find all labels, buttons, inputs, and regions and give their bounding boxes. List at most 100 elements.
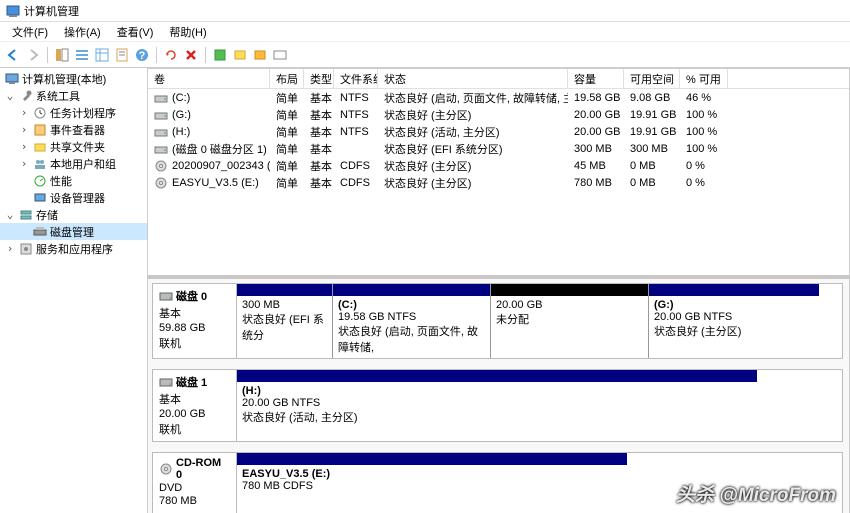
partition-size: 20.00 GB NTFS: [654, 311, 814, 323]
drive-icon: [154, 143, 168, 155]
col-layout[interactable]: 布局: [270, 69, 304, 88]
tree-device-manager[interactable]: 设备管理器: [0, 189, 147, 206]
volume-list[interactable]: 卷 布局 类型 文件系统 状态 容量 可用空间 % 可用 (C:)简单基本NTF…: [148, 69, 849, 279]
tree-performance[interactable]: 性能: [0, 172, 147, 189]
partition-color-bar: [491, 284, 648, 296]
volume-row[interactable]: 20200907_002343 (D:)简单基本CDFS状态良好 (主分区)45…: [148, 157, 849, 174]
properties-button[interactable]: [113, 46, 131, 64]
expand-icon[interactable]: ›: [4, 242, 16, 255]
refresh-button[interactable]: [162, 46, 180, 64]
volume-type: 基本: [304, 124, 334, 140]
col-status[interactable]: 状态: [378, 69, 568, 88]
help-button[interactable]: ?: [133, 46, 151, 64]
disk-info[interactable]: CD-ROM 0DVD780 MB: [153, 453, 237, 513]
menu-file[interactable]: 文件(F): [4, 22, 56, 42]
tree-label: 任务计划程序: [50, 105, 116, 121]
disk-row[interactable]: 磁盘 1基本20.00 GB联机(H:)20.00 GB NTFS状态良好 (活…: [152, 369, 843, 442]
disk-row[interactable]: 磁盘 0基本59.88 GB联机300 MB状态良好 (EFI 系统分(C:)1…: [152, 283, 843, 359]
volume-row[interactable]: (C:)简单基本NTFS状态良好 (启动, 页面文件, 故障转储, 主分区)19…: [148, 89, 849, 106]
disk-info[interactable]: 磁盘 0基本59.88 GB联机: [153, 284, 237, 358]
partition-size: 20.00 GB NTFS: [242, 397, 752, 409]
volume-capacity: 20.00 GB: [568, 126, 624, 138]
tree-local-users[interactable]: › 本地用户和组: [0, 155, 147, 172]
col-volume[interactable]: 卷: [148, 69, 270, 88]
volume-free: 9.08 GB: [624, 92, 680, 104]
menu-help[interactable]: 帮助(H): [161, 22, 214, 42]
event-icon: [33, 123, 47, 137]
col-filesystem[interactable]: 文件系统: [334, 69, 378, 88]
forward-button[interactable]: [24, 46, 42, 64]
storage-icon: [19, 208, 33, 222]
tree-root[interactable]: 计算机管理(本地): [0, 70, 147, 87]
tree-storage[interactable]: ⌄ 存储: [0, 206, 147, 223]
volume-row[interactable]: EASYU_V3.5 (E:)简单基本CDFS状态良好 (主分区)780 MB0…: [148, 174, 849, 191]
tree-event-viewer[interactable]: › 事件查看器: [0, 121, 147, 138]
disk-info[interactable]: 磁盘 1基本20.00 GB联机: [153, 370, 237, 441]
volume-name: 20200907_002343 (D:): [172, 160, 270, 172]
hdd-icon: [159, 375, 173, 389]
col-type[interactable]: 类型: [304, 69, 334, 88]
tree-shared-folders[interactable]: › 共享文件夹: [0, 138, 147, 155]
collapse-icon[interactable]: ⌄: [4, 208, 16, 221]
partition-color-bar: [649, 284, 819, 296]
partition-title: EASYU_V3.5 (E:): [242, 468, 622, 480]
expand-icon[interactable]: ›: [18, 157, 30, 170]
disk-map[interactable]: 磁盘 0基本59.88 GB联机300 MB状态良好 (EFI 系统分(C:)1…: [148, 279, 849, 513]
back-button[interactable]: [4, 46, 22, 64]
partition[interactable]: (G:)20.00 GB NTFS状态良好 (主分区): [649, 284, 819, 358]
volume-row[interactable]: (磁盘 0 磁盘分区 1)简单基本状态良好 (EFI 系统分区)300 MB30…: [148, 140, 849, 157]
volume-status: 状态良好 (主分区): [378, 175, 568, 191]
partition-status: 状态良好 (活动, 主分区): [242, 409, 752, 425]
disk-row[interactable]: CD-ROM 0DVD780 MBEASYU_V3.5 (E:)780 MB C…: [152, 452, 843, 513]
volume-row[interactable]: (G:)简单基本NTFS状态良好 (主分区)20.00 GB19.91 GB10…: [148, 106, 849, 123]
computer-icon: [5, 72, 19, 86]
action-button-2[interactable]: [231, 46, 249, 64]
volume-layout: 简单: [270, 175, 304, 191]
partition-status: 状态良好 (主分区): [654, 323, 814, 339]
disc-icon: [159, 463, 173, 475]
action-button-1[interactable]: [211, 46, 229, 64]
window-title: 计算机管理: [24, 3, 79, 19]
partition[interactable]: (H:)20.00 GB NTFS状态良好 (活动, 主分区): [237, 370, 757, 441]
tree-system-tools[interactable]: ⌄ 系统工具: [0, 87, 147, 104]
menu-view[interactable]: 查看(V): [109, 22, 162, 42]
partition-color-bar: [237, 284, 332, 296]
action-button-3[interactable]: [251, 46, 269, 64]
view-list-button[interactable]: [73, 46, 91, 64]
partition[interactable]: 300 MB状态良好 (EFI 系统分: [237, 284, 333, 358]
expand-icon[interactable]: ›: [18, 123, 30, 136]
col-capacity[interactable]: 容量: [568, 69, 624, 88]
disk-kind: 基本: [159, 391, 230, 407]
drive-icon: [154, 126, 168, 138]
menu-action[interactable]: 操作(A): [56, 22, 109, 42]
titlebar: 计算机管理: [0, 0, 850, 22]
disk-partitions: (H:)20.00 GB NTFS状态良好 (活动, 主分区): [237, 370, 842, 441]
partition[interactable]: EASYU_V3.5 (E:)780 MB CDFS: [237, 453, 627, 513]
show-hide-tree-button[interactable]: [53, 46, 71, 64]
volume-name: (G:): [172, 109, 191, 121]
col-pct-free[interactable]: % 可用: [680, 69, 728, 88]
menubar: 文件(F) 操作(A) 查看(V) 帮助(H): [0, 22, 850, 42]
toolbar-separator: [205, 47, 206, 63]
disk-kind: 基本: [159, 305, 230, 321]
partition[interactable]: 20.00 GB未分配: [491, 284, 649, 358]
volume-row[interactable]: (H:)简单基本NTFS状态良好 (活动, 主分区)20.00 GB19.91 …: [148, 123, 849, 140]
tree-services-apps[interactable]: › 服务和应用程序: [0, 240, 147, 257]
delete-button[interactable]: [182, 46, 200, 64]
toolbar: ?: [0, 42, 850, 68]
partition-status: 未分配: [496, 311, 643, 327]
partition-title: (G:): [654, 299, 814, 311]
collapse-icon[interactable]: ⌄: [4, 89, 16, 102]
tree-disk-management[interactable]: 磁盘管理: [0, 223, 147, 240]
col-free[interactable]: 可用空间: [624, 69, 680, 88]
tree-label: 共享文件夹: [50, 139, 105, 155]
expand-icon[interactable]: ›: [18, 140, 30, 153]
partition-title: (C:): [338, 299, 485, 311]
partition[interactable]: (C:)19.58 GB NTFS状态良好 (启动, 页面文件, 故障转储,: [333, 284, 491, 358]
view-detail-button[interactable]: [93, 46, 111, 64]
expand-icon[interactable]: ›: [18, 106, 30, 119]
action-button-4[interactable]: [271, 46, 289, 64]
app-icon: [6, 4, 20, 18]
navigation-tree[interactable]: 计算机管理(本地) ⌄ 系统工具 › 任务计划程序 › 事件查看器 › 共享文件…: [0, 68, 148, 513]
tree-task-scheduler[interactable]: › 任务计划程序: [0, 104, 147, 121]
